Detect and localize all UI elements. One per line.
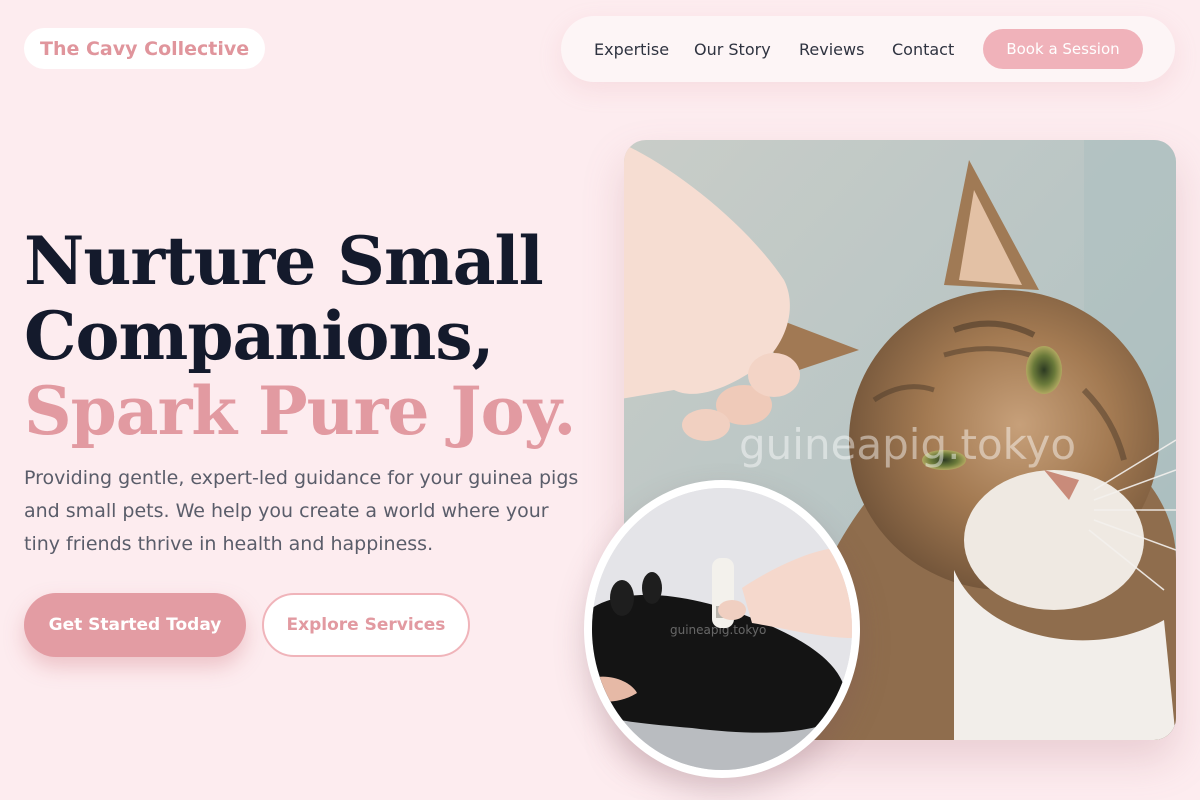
nav-link-contact[interactable]: Contact <box>892 16 954 82</box>
inset-watermark: guineapig.tokyo <box>670 623 767 637</box>
brand-name: The Cavy Collective <box>40 37 250 60</box>
photo-watermark: guineapig.tokyo <box>739 420 1077 469</box>
main-nav: Expertise Our Story Reviews Contact Book… <box>561 16 1175 82</box>
hero-title: Nurture Small Companions, Spark Pure Joy… <box>24 224 584 449</box>
get-started-button[interactable]: Get Started Today <box>24 593 246 657</box>
hero-title-line-1: Nurture Small <box>24 222 544 300</box>
inset-photo-pet-care: guineapig.tokyo <box>584 480 860 778</box>
hero-title-accent: Spark Pure Joy. <box>24 372 576 450</box>
nav-link-reviews[interactable]: Reviews <box>799 16 864 82</box>
hero-title-line-2: Companions, <box>24 297 495 375</box>
brand-logo[interactable]: The Cavy Collective <box>24 28 266 69</box>
nav-link-expertise[interactable]: Expertise <box>594 16 669 82</box>
hero-description: Providing gentle, expert-led guidance fo… <box>24 467 579 555</box>
nav-link-our-story[interactable]: Our Story <box>694 16 771 82</box>
explore-services-button[interactable]: Explore Services <box>262 593 470 657</box>
book-session-button[interactable]: Book a Session <box>983 29 1143 69</box>
